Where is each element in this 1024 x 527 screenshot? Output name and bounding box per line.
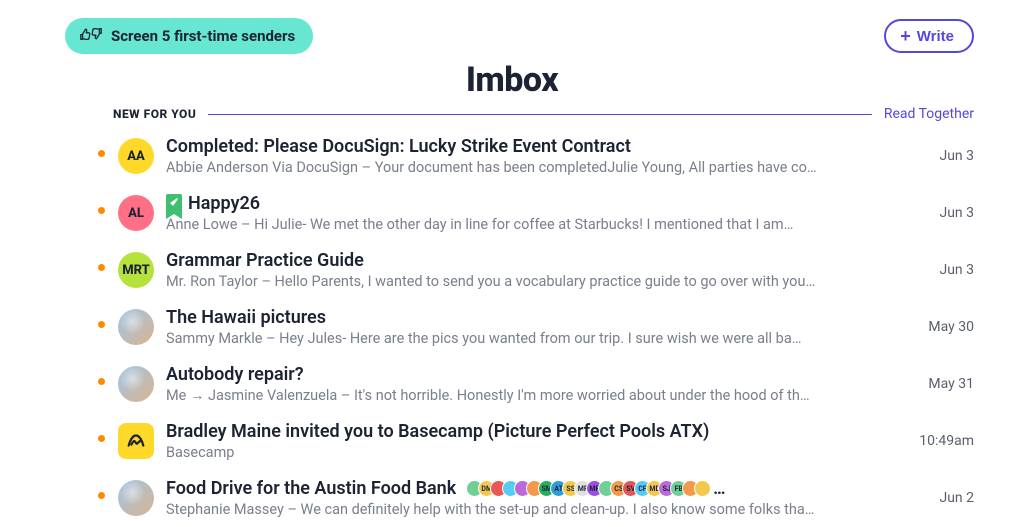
unread-dot xyxy=(96,193,106,214)
thumbs-icon xyxy=(79,25,103,47)
more-icon: … xyxy=(713,479,725,498)
email-date: May 30 xyxy=(894,307,974,335)
email-subject: Bradley Maine invited you to Basecamp (P… xyxy=(166,421,709,442)
avatar: AL xyxy=(118,195,154,231)
email-body: Completed: Please DocuSign: Lucky Strike… xyxy=(166,136,882,176)
email-date: Jun 3 xyxy=(894,136,974,164)
email-preview: Basecamp xyxy=(166,444,882,461)
email-preview: Abbie Anderson Via DocuSign – Your docum… xyxy=(166,159,882,176)
email-row[interactable]: MRT Grammar Practice Guide Mr. Ron Taylor … xyxy=(100,242,974,299)
divider xyxy=(208,114,872,115)
email-subject: Grammar Practice Guide xyxy=(166,250,364,271)
plus-icon: + xyxy=(900,27,911,45)
avatar xyxy=(118,309,154,345)
read-together-link[interactable]: Read Together xyxy=(884,106,974,122)
email-row[interactable]: AA Completed: Please DocuSign: Lucky Stri… xyxy=(100,128,974,185)
email-preview: Sammy Markle – Hey Jules- Here are the p… xyxy=(166,330,882,347)
screener-pill[interactable]: Screen 5 first-time senders xyxy=(65,18,313,54)
email-date: Jun 3 xyxy=(894,193,974,221)
email-preview: Stephanie Massey – We can definitely hel… xyxy=(166,501,882,518)
section-label: NEW FOR YOU xyxy=(113,107,196,121)
email-row[interactable]: Bradley Maine invited you to Basecamp (P… xyxy=(100,413,974,470)
email-row[interactable]: Food Drive for the Austin Food Bank DMSMA… xyxy=(100,470,974,527)
email-subject: Food Drive for the Austin Food Bank xyxy=(166,478,456,499)
participant-avatars: DMSMATSSMFMRCSSVCPMDSJFB… xyxy=(466,479,725,498)
pin-icon xyxy=(166,194,182,214)
avatar xyxy=(118,423,154,459)
email-preview: Me → Jasmine Valenzuela – It's not horri… xyxy=(166,387,882,404)
page-title: Imbox xyxy=(0,60,1024,100)
email-subject: Completed: Please DocuSign: Lucky Strike… xyxy=(166,136,631,157)
email-body: Autobody repair? Me → Jasmine Valenzuela … xyxy=(166,364,882,404)
unread-dot xyxy=(96,307,106,328)
email-row[interactable]: Autobody repair? Me → Jasmine Valenzuela … xyxy=(100,356,974,413)
email-subject: The Hawaii pictures xyxy=(166,307,326,328)
unread-dot xyxy=(96,364,106,385)
email-preview: Anne Lowe – Hi Julie- We met the other d… xyxy=(166,216,882,233)
email-date: 10:49am xyxy=(894,421,974,449)
email-row[interactable]: The Hawaii pictures Sammy Markle – Hey Ju… xyxy=(100,299,974,356)
unread-dot xyxy=(96,421,106,442)
email-body: Bradley Maine invited you to Basecamp (P… xyxy=(166,421,882,461)
unread-dot xyxy=(96,136,106,157)
screener-label: Screen 5 first-time senders xyxy=(111,27,295,45)
write-label: Write xyxy=(917,28,954,45)
email-row[interactable]: AL Happy26 Anne Lowe – Hi Julie- We met th… xyxy=(100,185,974,242)
avatar xyxy=(118,366,154,402)
email-list: AA Completed: Please DocuSign: Lucky Stri… xyxy=(0,122,1024,527)
email-body: Food Drive for the Austin Food Bank DMSMA… xyxy=(166,478,882,518)
avatar: MRT xyxy=(118,252,154,288)
email-date: Jun 3 xyxy=(894,250,974,278)
email-subject: Autobody repair? xyxy=(166,364,304,385)
email-date: Jun 2 xyxy=(894,478,974,506)
email-body: Happy26 Anne Lowe – Hi Julie- We met the … xyxy=(166,193,882,233)
email-body: The Hawaii pictures Sammy Markle – Hey Ju… xyxy=(166,307,882,347)
email-subject: Happy26 xyxy=(188,193,260,214)
email-body: Grammar Practice Guide Mr. Ron Taylor – H… xyxy=(166,250,882,290)
email-date: May 31 xyxy=(894,364,974,392)
write-button[interactable]: + Write xyxy=(884,19,974,53)
email-preview: Mr. Ron Taylor – Hello Parents, I wanted… xyxy=(166,273,882,290)
unread-dot xyxy=(96,250,106,271)
unread-dot xyxy=(96,478,106,499)
avatar xyxy=(118,480,154,516)
avatar: AA xyxy=(118,138,154,174)
